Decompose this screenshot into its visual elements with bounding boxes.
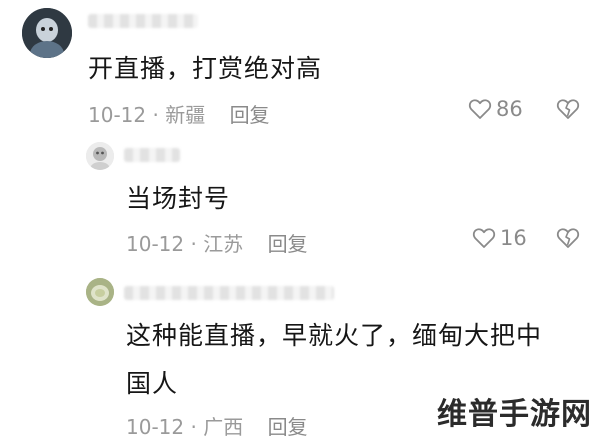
avatar-image [86, 142, 114, 170]
comment-location: 广西 [203, 415, 244, 439]
comment-location: 新疆 [165, 103, 206, 127]
comment-text: 开直播，打赏绝对高 [88, 54, 323, 83]
avatar-image [22, 8, 72, 58]
like-count: 16 [500, 226, 527, 250]
site-watermark: 维普手游网 [437, 397, 592, 432]
username-redacted[interactable] [124, 286, 334, 300]
dislike-button[interactable] [556, 98, 580, 124]
reply-button[interactable]: 回复 [230, 103, 270, 127]
comment-location: 江苏 [203, 232, 244, 256]
username-redacted[interactable] [88, 14, 198, 28]
broken-heart-icon [556, 228, 580, 248]
username-redacted[interactable] [124, 148, 180, 162]
like-button[interactable]: 16 [472, 226, 527, 250]
comment-date: 10-12 [126, 232, 185, 256]
meta-separator: · [152, 103, 159, 127]
dislike-button[interactable] [556, 227, 580, 253]
comment-meta: 10-12 · 广西 回复 [126, 411, 308, 440]
comment-date: 10-12 [88, 103, 147, 127]
comment-meta: 10-12 · 新疆 回复 [88, 99, 270, 128]
meta-separator: · [190, 232, 197, 256]
heart-icon [472, 228, 496, 248]
avatar-image [86, 278, 114, 306]
avatar[interactable] [86, 142, 114, 170]
avatar[interactable] [22, 8, 72, 58]
reply-button[interactable]: 回复 [268, 232, 308, 256]
comment-date: 10-12 [126, 415, 185, 439]
like-button[interactable]: 86 [468, 97, 523, 121]
comment-text: 当场封号 [126, 184, 231, 213]
comment-text-line-1: 这种能直播，早就火了，缅甸大把中 [126, 321, 543, 350]
comment-text-line-2: 国人 [126, 369, 179, 398]
heart-icon [468, 99, 492, 119]
avatar[interactable] [86, 278, 114, 306]
meta-separator: · [190, 415, 197, 439]
comment-meta: 10-12 · 江苏 回复 [126, 228, 308, 257]
reply-button[interactable]: 回复 [268, 415, 308, 439]
like-count: 86 [496, 97, 523, 121]
broken-heart-icon [556, 99, 580, 119]
